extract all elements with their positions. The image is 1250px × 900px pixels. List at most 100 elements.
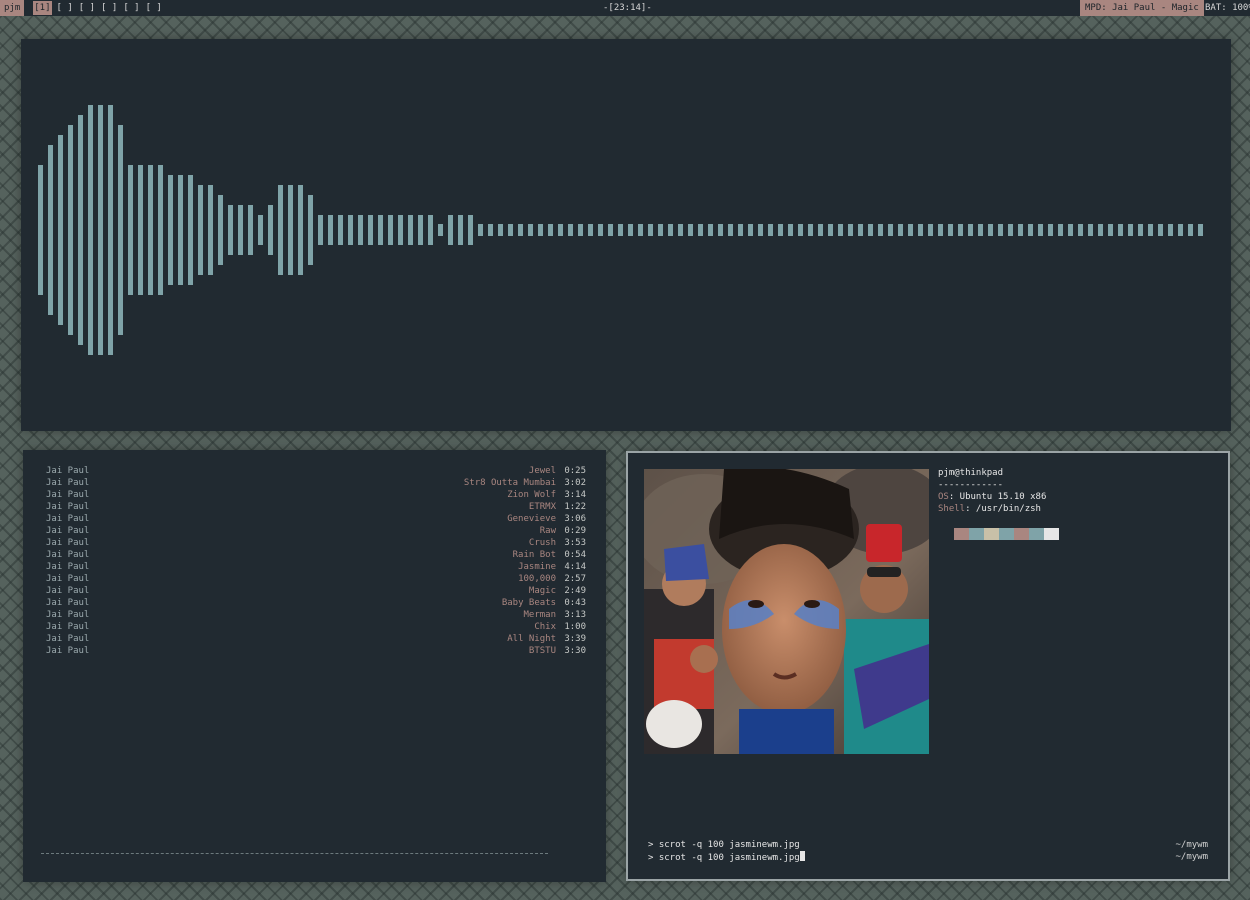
visualizer-bar (1018, 224, 1023, 236)
visualizer-bar (1028, 224, 1033, 236)
album-art-image (644, 469, 929, 754)
track-row[interactable]: Jai Paul Rain Bot 0:54 (46, 549, 586, 561)
track-row[interactable]: Jai Paul Jasmine 4:14 (46, 561, 586, 573)
visualizer-bar (508, 224, 513, 236)
visualizer-window[interactable] (21, 39, 1231, 431)
track-artist: Jai Paul (46, 490, 90, 500)
visualizer-bar (938, 224, 943, 236)
command-input[interactable]: > scrot -q 100 jasminewm.jpg (648, 851, 1175, 864)
track-artist: Jai Paul (46, 538, 90, 548)
visualizer-bar (1038, 224, 1043, 236)
visualizer-bar (238, 205, 243, 255)
visualizer-bar (178, 175, 183, 285)
track-row[interactable]: Jai Paul Jewel 0:25 (46, 465, 586, 477)
visualizer-bar (708, 224, 713, 236)
os-label: OS (938, 492, 949, 502)
visualizer-bar (518, 224, 523, 236)
color-swatch (1044, 528, 1059, 540)
cwd-label: ~/mywm (1175, 840, 1208, 850)
workspace-5[interactable]: [ ] (122, 1, 140, 15)
workspace-2[interactable]: [ ] (56, 1, 74, 15)
track-row[interactable]: Jai Paul Str8 Outta Mumbai 3:02 (46, 477, 586, 489)
visualizer-bar (1178, 224, 1183, 236)
color-swatch (954, 528, 969, 540)
os-value: : Ubuntu 15.10 x86 (948, 492, 1047, 502)
terminal-line-2[interactable]: > scrot -q 100 jasminewm.jpg ~/mywm (648, 851, 1208, 864)
track-title: Chix (534, 622, 556, 632)
visualizer-bar (548, 224, 553, 236)
visualizer-bar (988, 224, 993, 236)
visualizer-bar (768, 224, 773, 236)
visualizer-bar (748, 224, 753, 236)
workspace-4[interactable]: [ ] (100, 1, 118, 15)
track-title: Rain Bot (512, 550, 556, 560)
workspace-3[interactable]: [ ] (78, 1, 96, 15)
visualizer-bar (318, 215, 323, 245)
visualizer-bar (378, 215, 383, 245)
track-artist: Jai Paul (46, 478, 90, 488)
track-row[interactable]: Jai Paul All Night 3:39 (46, 633, 586, 645)
track-artist: Jai Paul (46, 574, 90, 584)
visualizer-bar (1008, 224, 1013, 236)
visualizer-bar (88, 105, 93, 355)
visualizer-bar (568, 224, 573, 236)
track-title: ETRMX (528, 502, 556, 512)
track-duration: 3:06 (564, 514, 586, 524)
track-duration: 2:49 (564, 586, 586, 596)
track-row[interactable]: Jai Paul Zion Wolf 3:14 (46, 489, 586, 501)
visualizer-bar (978, 224, 983, 236)
visualizer-bar (598, 224, 603, 236)
terminal-window[interactable]: pjm@thinkpad ------------ OS: Ubuntu 15.… (626, 451, 1230, 881)
visualizer-bar (808, 224, 813, 236)
visualizer-bar (1138, 224, 1143, 236)
visualizer-bar (1108, 224, 1113, 236)
separator-line: ------------ (938, 480, 1004, 490)
visualizer-bar (528, 224, 533, 236)
visualizer-bar (208, 185, 213, 275)
visualizer-bar (918, 224, 923, 236)
track-row[interactable]: Jai Paul Chix 1:00 (46, 621, 586, 633)
visualizer-bar (1088, 224, 1093, 236)
visualizer-bar (78, 115, 83, 345)
visualizer-bar (678, 224, 683, 236)
visualizer-bar (898, 224, 903, 236)
track-title: Magic (528, 586, 556, 596)
visualizer-bar (48, 145, 53, 315)
track-row[interactable]: Jai Paul 100,000 2:57 (46, 573, 586, 585)
track-row[interactable]: Jai Paul Genevieve 3:06 (46, 513, 586, 525)
visualizer-bar (1148, 224, 1153, 236)
track-row[interactable]: Jai Paul BTSTU 3:30 (46, 645, 586, 657)
track-artist: Jai Paul (46, 586, 90, 596)
visualizer-bar (878, 224, 883, 236)
visualizer-bar (788, 224, 793, 236)
playlist-window[interactable]: Jai Paul Jewel 0:25 Jai Paul Str8 Outta Mumb… (23, 450, 606, 882)
visualizer-bar (648, 224, 653, 236)
track-row[interactable]: Jai Paul Merman 3:13 (46, 609, 586, 621)
visualizer-bar (1158, 224, 1163, 236)
system-info: pjm@thinkpad ------------ OS: Ubuntu 15.… (938, 467, 1046, 515)
visualizer-bar (828, 224, 833, 236)
visualizer-bar (738, 224, 743, 236)
track-row[interactable]: Jai Paul Magic 2:49 (46, 585, 586, 597)
track-artist: Jai Paul (46, 550, 90, 560)
visualizer-bar (248, 205, 253, 255)
battery-status: BAT: 100% (1205, 3, 1250, 13)
workspace-6[interactable]: [ ] (145, 1, 163, 15)
visualizer-bar (758, 224, 763, 236)
visualizer-bar (888, 224, 893, 236)
track-row[interactable]: Jai Paul Raw 0:29 (46, 525, 586, 537)
visualizer-bar (58, 135, 63, 325)
visualizer-bar (408, 215, 413, 245)
visualizer-bar (288, 185, 293, 275)
track-row[interactable]: Jai Paul ETRMX 1:22 (46, 501, 586, 513)
track-row[interactable]: Jai Paul Crush 3:53 (46, 537, 586, 549)
track-title: Str8 Outta Mumbai (463, 478, 556, 488)
visualizer-bar (698, 224, 703, 236)
track-row[interactable]: Jai Paul Baby Beats 0:43 (46, 597, 586, 609)
workspace-1[interactable]: [1] (33, 1, 52, 15)
visualizer-bar (148, 165, 153, 295)
track-artist: Jai Paul (46, 598, 90, 608)
color-swatch (1029, 528, 1044, 540)
visualizer-bar (228, 205, 233, 255)
visualizer-bar (718, 224, 723, 236)
